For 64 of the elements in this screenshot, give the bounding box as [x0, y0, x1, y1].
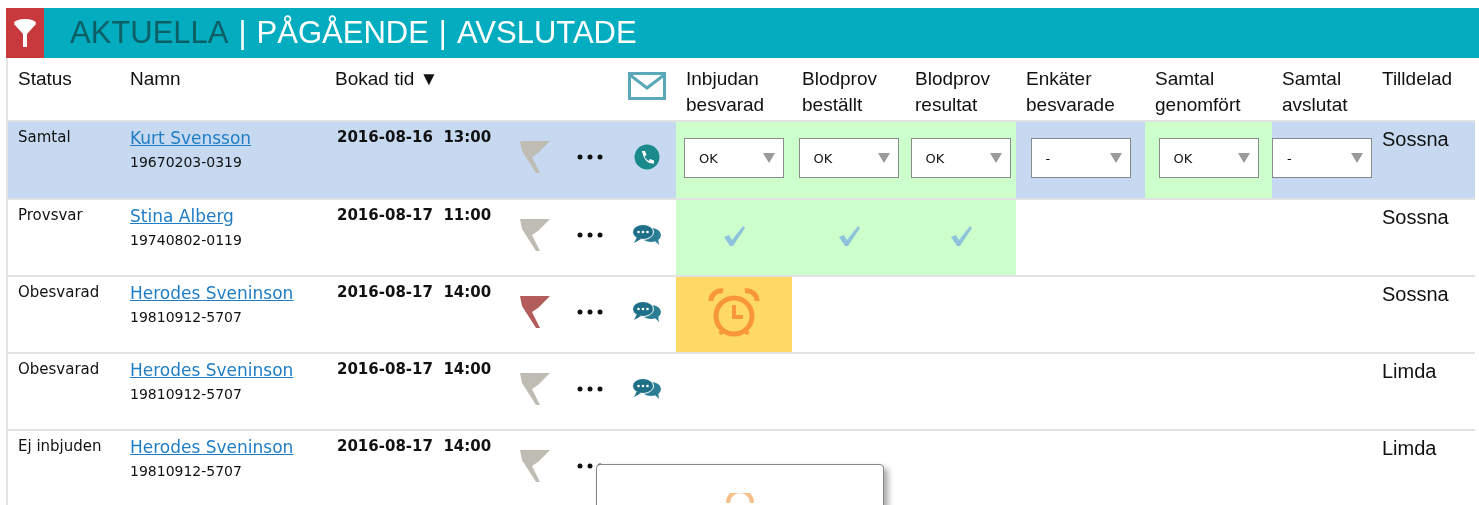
booked-time: 2016-08-17 11:00 [336, 205, 493, 226]
personal-number: 19810912-5707 [130, 386, 243, 402]
more-icon[interactable] [576, 231, 603, 238]
column-header: Inbjudan besvarad [685, 67, 766, 117]
assignee-text: Limda [1381, 359, 1438, 384]
booked-time: 2016-08-17 14:00 [336, 359, 493, 380]
checkmark-icon [722, 224, 746, 247]
patient-name-link[interactable]: Herodes Sveninson [130, 437, 325, 457]
personal-number: 19810912-5707 [130, 309, 243, 325]
column-header: Status [17, 67, 73, 91]
personal-number: 19740802-0119 [130, 232, 243, 248]
column-header: Blodprov beställt [801, 67, 878, 117]
filter-icon [13, 18, 37, 48]
status-dropdown[interactable]: OK [798, 138, 899, 178]
booked-time: 2016-08-17 14:00 [336, 436, 493, 457]
column-header[interactable]: Bokad tid ▼ [325, 58, 507, 120]
flag-icon[interactable] [517, 293, 552, 330]
patient-name-link[interactable]: Herodes Sveninson [130, 360, 325, 380]
column-header: Enkäter besvarade [1025, 67, 1116, 117]
tab-separator: | [438, 15, 447, 51]
tab-separator: | [238, 15, 247, 51]
caret-icon [877, 153, 890, 163]
status-text: Provsvar [18, 206, 84, 224]
more-icon[interactable] [576, 308, 603, 315]
caret-icon [1237, 153, 1250, 163]
column-header: Samtal genomfört [1154, 67, 1242, 117]
column-header: Namn [129, 67, 182, 91]
status-text: Ej inbjuden [18, 437, 103, 455]
personal-number: 19670203-0319 [130, 154, 243, 170]
status-dropdown[interactable]: - [1272, 138, 1372, 178]
status-text: Obesvarad [18, 283, 101, 301]
column-header: Blodprov resultat [914, 67, 991, 117]
checkmark-icon [836, 224, 861, 247]
chat-icon[interactable] [631, 223, 662, 246]
more-icon[interactable] [576, 154, 603, 160]
status-dropdown[interactable]: OK [1158, 138, 1259, 178]
assignee-text: Sossna [1381, 205, 1450, 230]
column-header: Tilldelad [1381, 67, 1454, 91]
status-dropdown[interactable]: - [1030, 138, 1131, 178]
selected-row[interactable]: Samtal Kurt Svensson 19670203-0319 2016-08-16 13:00 OK OK OK - OK - Sossna [8, 122, 1475, 200]
checkmark-icon [948, 224, 973, 247]
chat-icon[interactable] [631, 377, 662, 400]
patient-name-link[interactable]: Stina Alberg [130, 206, 325, 226]
booked-time: 2016-08-16 13:00 [336, 127, 493, 148]
assignee-text: Limda [1381, 436, 1438, 461]
assignee-text: Sossna [1381, 282, 1450, 307]
caret-icon [763, 153, 775, 163]
caret-icon [1351, 153, 1363, 163]
caret-icon [1109, 153, 1122, 163]
assignee-text: Sossna [1381, 127, 1450, 152]
status-text: Obesvarad [18, 360, 101, 378]
personal-number: 19810912-5707 [130, 463, 243, 479]
status-dropdown[interactable]: OK [684, 138, 784, 178]
filter-button[interactable] [6, 8, 44, 58]
phone-icon[interactable] [633, 144, 660, 170]
booked-time: 2016-08-17 14:00 [336, 282, 493, 303]
envelope-icon [627, 72, 666, 100]
more-icon[interactable] [576, 385, 603, 392]
column-header: Samtal avslutat [1281, 67, 1349, 117]
patient-name-link[interactable]: Herodes Sveninson [130, 283, 325, 303]
chat-icon[interactable] [631, 300, 662, 323]
caret-icon [989, 153, 1002, 163]
status-dropdown[interactable]: OK [910, 138, 1011, 178]
status-text: Samtal [18, 128, 72, 146]
